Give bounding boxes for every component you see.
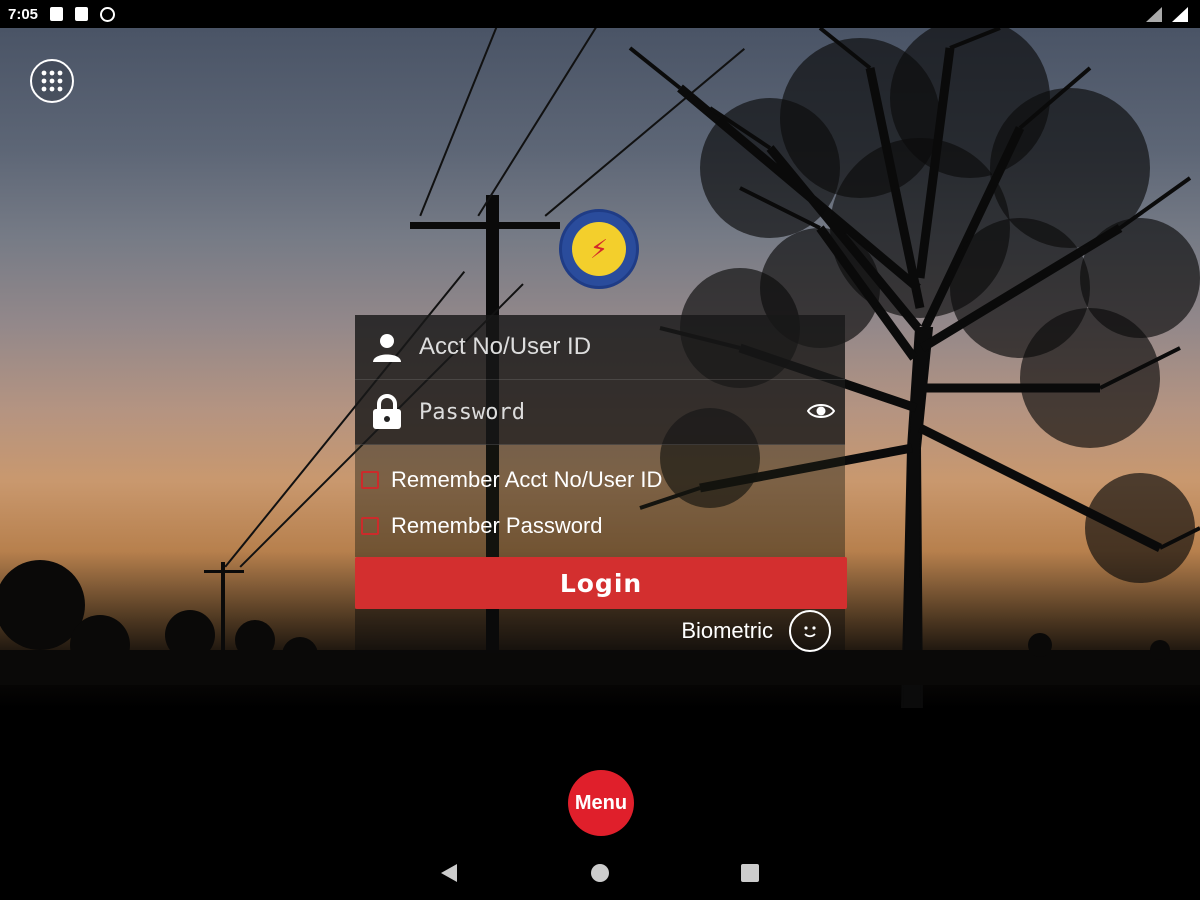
status-time: 7:05 xyxy=(8,5,39,23)
password-field xyxy=(355,380,845,445)
biometric-label[interactable]: Biometric xyxy=(681,618,773,644)
status-bar: 7:05 xyxy=(0,0,1200,28)
checkbox-box[interactable] xyxy=(361,471,379,489)
remember-password-label: Remember Password xyxy=(391,513,603,538)
password-input[interactable] xyxy=(419,399,779,425)
home-icon[interactable] xyxy=(591,864,609,882)
wifi-icon xyxy=(1146,6,1162,22)
signal-icon xyxy=(1172,6,1188,22)
menu-button[interactable]: Menu xyxy=(568,770,634,836)
biometric-button[interactable] xyxy=(789,610,831,652)
remember-user-checkbox[interactable]: Remember Acct No/User ID xyxy=(361,457,845,503)
remember-options: Remember Acct No/User ID Remember Passwo… xyxy=(355,445,845,557)
cooperative-logo: ⚡ xyxy=(559,209,639,289)
apps-grid-icon xyxy=(41,70,63,92)
utility-pole-crossarm xyxy=(410,222,560,229)
lightning-bolt-icon: ⚡ xyxy=(572,222,626,276)
lock-icon xyxy=(373,394,401,429)
eye-icon[interactable] xyxy=(807,400,835,422)
face-icon xyxy=(804,626,816,638)
navigation-bar xyxy=(0,848,1200,900)
login-panel: Remember Acct No/User ID Remember Passwo… xyxy=(355,315,847,653)
back-icon[interactable] xyxy=(441,864,457,882)
user-id-input[interactable] xyxy=(419,333,779,361)
user-id-field xyxy=(355,315,845,380)
login-button[interactable]: Login xyxy=(355,557,847,609)
remember-password-checkbox[interactable]: Remember Password xyxy=(361,503,845,549)
biometric-row: Biometric xyxy=(355,609,845,653)
recents-icon[interactable] xyxy=(741,864,759,882)
notification-icon xyxy=(50,7,64,21)
user-icon xyxy=(373,334,401,362)
remember-user-label: Remember Acct No/User ID xyxy=(391,467,663,492)
sd-card-icon xyxy=(75,7,89,21)
apps-grid-button[interactable] xyxy=(30,59,74,103)
checkbox-box[interactable] xyxy=(361,517,379,535)
sync-icon xyxy=(100,6,116,22)
